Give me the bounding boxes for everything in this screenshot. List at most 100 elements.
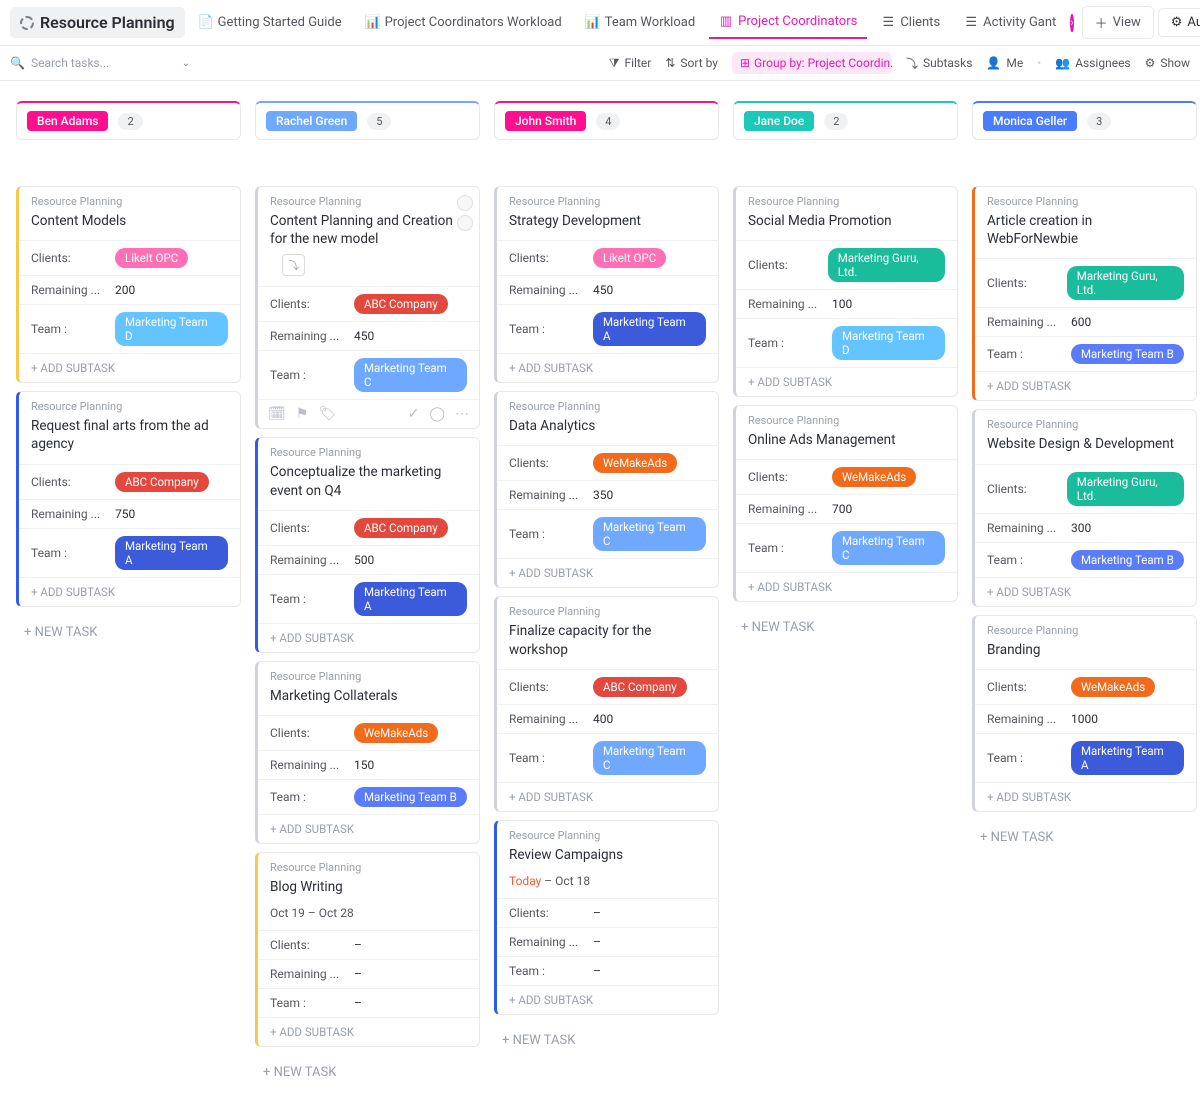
me-button[interactable]: 👤 Me	[986, 56, 1023, 70]
tag-teamA[interactable]: Marketing Team A	[593, 312, 706, 346]
show-button[interactable]: ⚙ Show	[1145, 56, 1190, 70]
tab-label: Project Coordinators	[738, 14, 857, 29]
tag-teamC[interactable]: Marketing Team C	[832, 531, 945, 565]
tag-abc[interactable]: ABC Company	[115, 472, 209, 492]
tag-teamC[interactable]: Marketing Team C	[354, 358, 467, 392]
tag-teamA[interactable]: Marketing Team A	[1071, 741, 1184, 775]
tab-project-coordinators[interactable]: ▥ Project Coordinators	[709, 6, 867, 39]
task-card[interactable]: Resource Planning Blog Writing Oct 19 – …	[255, 852, 480, 1047]
task-card[interactable]: Resource Planning Article creation in We…	[972, 186, 1197, 401]
tab-team-workload[interactable]: 📊 Team Workload	[576, 7, 705, 38]
tag-wemakeads[interactable]: WeMakeAds	[593, 453, 677, 473]
tag-teamA[interactable]: Marketing Team A	[115, 536, 228, 570]
add-subtask-button[interactable]: + ADD SUBTASK	[497, 782, 718, 811]
add-subtask-button[interactable]: + ADD SUBTASK	[975, 371, 1196, 400]
check-icon[interactable]: ✓	[408, 406, 420, 422]
subtasks-button[interactable]: ⤵ Subtasks	[906, 55, 972, 72]
column-count: 3	[1087, 113, 1111, 130]
filter-button[interactable]: ⧩ Filter	[609, 56, 652, 71]
scroll-tabs-right[interactable]: ›	[1070, 14, 1073, 32]
calendar-icon[interactable]: 🗓	[268, 406, 286, 422]
add-subtask-button[interactable]: + ADD SUBTASK	[19, 353, 240, 382]
people-icon: 👥	[1055, 56, 1070, 70]
new-task-button[interactable]: + NEW TASK	[972, 820, 1197, 855]
field-label: Remaining ...	[270, 329, 342, 343]
assignees-button[interactable]: 👥 Assignees	[1055, 56, 1130, 70]
column-header[interactable]: Ben Adams 2	[16, 101, 241, 140]
task-card[interactable]: Resource Planning Finalize capacity for …	[494, 596, 719, 811]
tag-teamA[interactable]: Marketing Team A	[354, 582, 467, 616]
add-subtask-button[interactable]: + ADD SUBTASK	[975, 782, 1196, 811]
column-name: Rachel Green	[266, 111, 357, 131]
tab-clients[interactable]: ☰ Clients	[871, 7, 950, 38]
tab-getting-started[interactable]: 📄 Getting Started Guide	[189, 7, 352, 38]
tag-teamB[interactable]: Marketing Team B	[354, 787, 467, 807]
new-task-button[interactable]: + NEW TASK	[733, 610, 958, 645]
tag-teamC[interactable]: Marketing Team C	[593, 741, 706, 775]
add-subtask-button[interactable]: + ADD SUBTASK	[497, 558, 718, 587]
task-card[interactable]: Resource Planning Marketing Collaterals …	[255, 661, 480, 844]
tag-teamB[interactable]: Marketing Team B	[1071, 344, 1184, 364]
board-column: Jane Doe 2 Resource Planning Social Medi…	[733, 101, 958, 645]
automate-button[interactable]: ⚙ Automate ⌄	[1158, 8, 1200, 37]
assign-icon[interactable]	[457, 195, 473, 211]
tag-likeit[interactable]: LikeIt OPC	[593, 248, 666, 268]
add-subtask-button[interactable]: + ADD SUBTASK	[19, 577, 240, 606]
add-subtask-button[interactable]: + ADD SUBTASK	[736, 572, 957, 601]
tag-wemakeads[interactable]: WeMakeAds	[354, 723, 438, 743]
add-subtask-button[interactable]: + ADD SUBTASK	[497, 985, 718, 1014]
tag-wemakeads[interactable]: WeMakeAds	[832, 467, 916, 487]
task-card[interactable]: Resource Planning Content Models Clients…	[16, 186, 241, 383]
add-subtask-button[interactable]: + ADD SUBTASK	[975, 577, 1196, 606]
tag-teamC[interactable]: Marketing Team C	[593, 517, 706, 551]
tag-guru[interactable]: Marketing Guru, Ltd.	[1067, 266, 1184, 300]
dots-icon[interactable]: ⋯	[455, 406, 469, 422]
field-remaining: Remaining ... –	[258, 959, 479, 988]
new-task-button[interactable]: + NEW TASK	[255, 1055, 480, 1090]
task-card[interactable]: Resource Planning Branding Clients: WeMa…	[972, 615, 1197, 812]
subtask-indicator[interactable]: ⤵	[282, 254, 305, 276]
view-label: View	[1113, 15, 1141, 30]
tab-coordinators-workload[interactable]: 📊 Project Coordinators Workload	[356, 7, 572, 38]
flag-icon[interactable]: ⚑	[296, 406, 309, 422]
search-input[interactable]: 🔍 Search tasks... ⌄	[10, 56, 190, 70]
tag-guru[interactable]: Marketing Guru, Ltd.	[828, 248, 945, 282]
group-by-button[interactable]: ⊞ Group by: Project Coordin...	[732, 52, 892, 74]
column-header[interactable]: Monica Geller 3	[972, 101, 1197, 140]
field-remaining: Remaining ... 400	[497, 704, 718, 733]
task-card[interactable]: Resource Planning Online Ads Management …	[733, 405, 958, 602]
tag-teamD[interactable]: Marketing Team D	[832, 326, 945, 360]
task-card[interactable]: Resource Planning Strategy Development C…	[494, 186, 719, 383]
add-subtask-button[interactable]: + ADD SUBTASK	[258, 814, 479, 843]
add-view-button[interactable]: ＋ View	[1082, 6, 1154, 39]
tab-activity-gantt[interactable]: ☰ Activity Gant	[954, 7, 1066, 38]
more-icon[interactable]	[457, 215, 473, 231]
new-task-button[interactable]: + NEW TASK	[494, 1023, 719, 1058]
tag-abc[interactable]: ABC Company	[354, 294, 448, 314]
tag-likeit[interactable]: LikeIt OPC	[115, 248, 188, 268]
add-subtask-button[interactable]: + ADD SUBTASK	[497, 353, 718, 382]
tag-guru[interactable]: Marketing Guru, Ltd.	[1067, 472, 1184, 506]
column-header[interactable]: John Smith 4	[494, 101, 719, 140]
task-card[interactable]: Resource Planning Data Analytics Clients…	[494, 391, 719, 588]
tag-teamB[interactable]: Marketing Team B	[1071, 550, 1184, 570]
column-header[interactable]: Jane Doe 2	[733, 101, 958, 140]
tag-teamD[interactable]: Marketing Team D	[115, 312, 228, 346]
add-subtask-button[interactable]: + ADD SUBTASK	[258, 623, 479, 652]
task-card[interactable]: Resource Planning Website Design & Devel…	[972, 409, 1197, 606]
new-task-button[interactable]: + NEW TASK	[16, 615, 241, 650]
circle-icon[interactable]: ◯	[429, 406, 445, 422]
tag-wemakeads[interactable]: WeMakeAds	[1071, 677, 1155, 697]
task-card[interactable]: Resource Planning Review Campaigns Today…	[494, 820, 719, 1015]
sort-button[interactable]: ⇅ Sort by	[665, 56, 718, 70]
task-card[interactable]: Resource Planning Request final arts fro…	[16, 391, 241, 606]
task-card[interactable]: Resource Planning Content Planning and C…	[255, 186, 480, 429]
task-card[interactable]: Resource Planning Social Media Promotion…	[733, 186, 958, 397]
tag-abc[interactable]: ABC Company	[354, 518, 448, 538]
tag-icon[interactable]: 🏷	[318, 406, 336, 422]
add-subtask-button[interactable]: + ADD SUBTASK	[736, 367, 957, 396]
column-header[interactable]: Rachel Green 5	[255, 101, 480, 140]
add-subtask-button[interactable]: + ADD SUBTASK	[258, 1017, 479, 1046]
tag-abc[interactable]: ABC Company	[593, 677, 687, 697]
task-card[interactable]: Resource Planning Conceptualize the mark…	[255, 437, 480, 652]
